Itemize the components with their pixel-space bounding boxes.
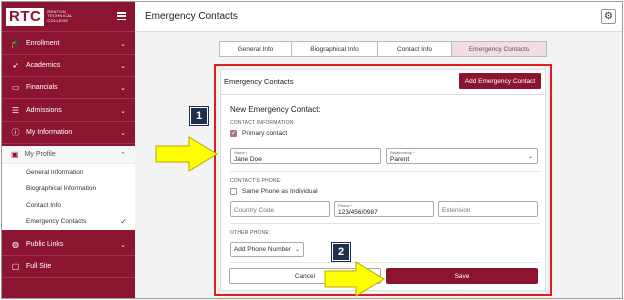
submenu-item-label: Contact Info (26, 201, 62, 209)
logo-line-3: COLLEGE (47, 17, 69, 23)
chevron-down-icon: ⌄ (120, 108, 126, 115)
submenu-item-label: Biographical Information (26, 185, 97, 193)
sidebar-item-financials[interactable]: ▭ Financials ⌄ (2, 77, 135, 99)
chevron-down-icon: ⌄ (120, 85, 126, 92)
gear-icon: ⚙ (604, 11, 613, 22)
submenu-item-label: General Information (26, 168, 84, 176)
sidebar-item-public-links[interactable]: ◍ Public Links ⌄ (2, 234, 135, 256)
id-card-icon: ▣ (11, 150, 19, 159)
sidebar-item-label: Admissions (26, 107, 62, 114)
chevron-down-icon: ⌄ (120, 242, 126, 249)
sidebar-item-enrollment[interactable]: 🎓 Enrollment ⌄ (2, 33, 135, 55)
submenu-item-emergency-contacts[interactable]: Emergency Contacts ✓ (2, 214, 135, 231)
sidebar-item-label: Enrollment (26, 40, 60, 47)
globe-icon: ◍ (12, 240, 19, 249)
submenu-item-biographical-information[interactable]: Biographical Information (2, 181, 135, 198)
sidebar-item-admissions[interactable]: ☰ Admissions ⌄ (2, 100, 135, 122)
sidebar-item-my-information[interactable]: ⓘ My Information ⌄ (2, 122, 135, 144)
tab-contact-info[interactable]: Contact Info (377, 41, 451, 57)
checkmark-icon: ✓ (120, 217, 127, 227)
rocket-icon: ➶ (12, 61, 19, 70)
sidebar-item-my-profile[interactable]: ▣ My Profile ⌃ (2, 146, 135, 164)
tab-general-info[interactable]: General Info (219, 41, 291, 57)
window-icon: ▢ (11, 262, 20, 271)
sidebar-item-label: Academics (26, 62, 61, 69)
tab-bar: General Info Biographical Info Contact I… (219, 41, 547, 57)
chevron-up-icon: ⌃ (120, 152, 126, 159)
submenu-item-contact-info[interactable]: Contact Info (2, 197, 135, 214)
graduation-cap-icon: 🎓 (10, 39, 21, 48)
callout-arrow-2-icon (324, 261, 385, 297)
page-title: Emergency Contacts (145, 11, 238, 22)
submenu-item-general-information[interactable]: General Information (2, 164, 135, 181)
sidebar-item-label: My Information (26, 129, 73, 136)
hamburger-menu-icon[interactable] (117, 12, 126, 21)
sidebar-item-label: My Profile (24, 151, 56, 158)
page-header: Emergency Contacts ⚙ (135, 2, 622, 32)
credit-card-icon: ▭ (11, 83, 20, 92)
sidebar-item-academics[interactable]: ➶ Academics ⌄ (2, 55, 135, 77)
sidebar-item-label: Public Links (26, 241, 64, 248)
callout-badge-2: 2 (331, 242, 351, 262)
sidebar-item-label: Financials (26, 84, 58, 91)
logo[interactable]: RTC RENTON TECHNICAL COLLEGE (2, 2, 135, 32)
list-icon: ☰ (11, 106, 20, 115)
logo-text: RENTON TECHNICAL COLLEGE (47, 9, 72, 24)
sidebar-item-label: Full Site (26, 263, 52, 270)
callout-arrow-1-icon (155, 136, 218, 172)
chevron-down-icon: ⌄ (120, 41, 126, 48)
settings-button[interactable]: ⚙ (601, 9, 616, 24)
app-window: RTC RENTON TECHNICAL COLLEGE 🎓 Enrollmen… (1, 1, 623, 299)
chevron-down-icon: ⌄ (120, 63, 126, 70)
tab-emergency-contacts[interactable]: Emergency Contacts (451, 41, 547, 57)
logo-mark: RTC (6, 7, 45, 26)
submenu-item-label: Emergency Contacts (26, 218, 87, 226)
sidebar-item-full-site[interactable]: ▢ Full Site (2, 256, 135, 278)
sidebar: RTC RENTON TECHNICAL COLLEGE 🎓 Enrollmen… (2, 2, 135, 298)
tab-biographical-info[interactable]: Biographical Info (291, 41, 377, 57)
my-profile-submenu: ▣ My Profile ⌃ General Information Biogr… (2, 146, 135, 230)
callout-badge-1: 1 (189, 106, 209, 126)
info-icon: ⓘ (11, 128, 20, 137)
chevron-down-icon: ⌄ (120, 130, 126, 137)
